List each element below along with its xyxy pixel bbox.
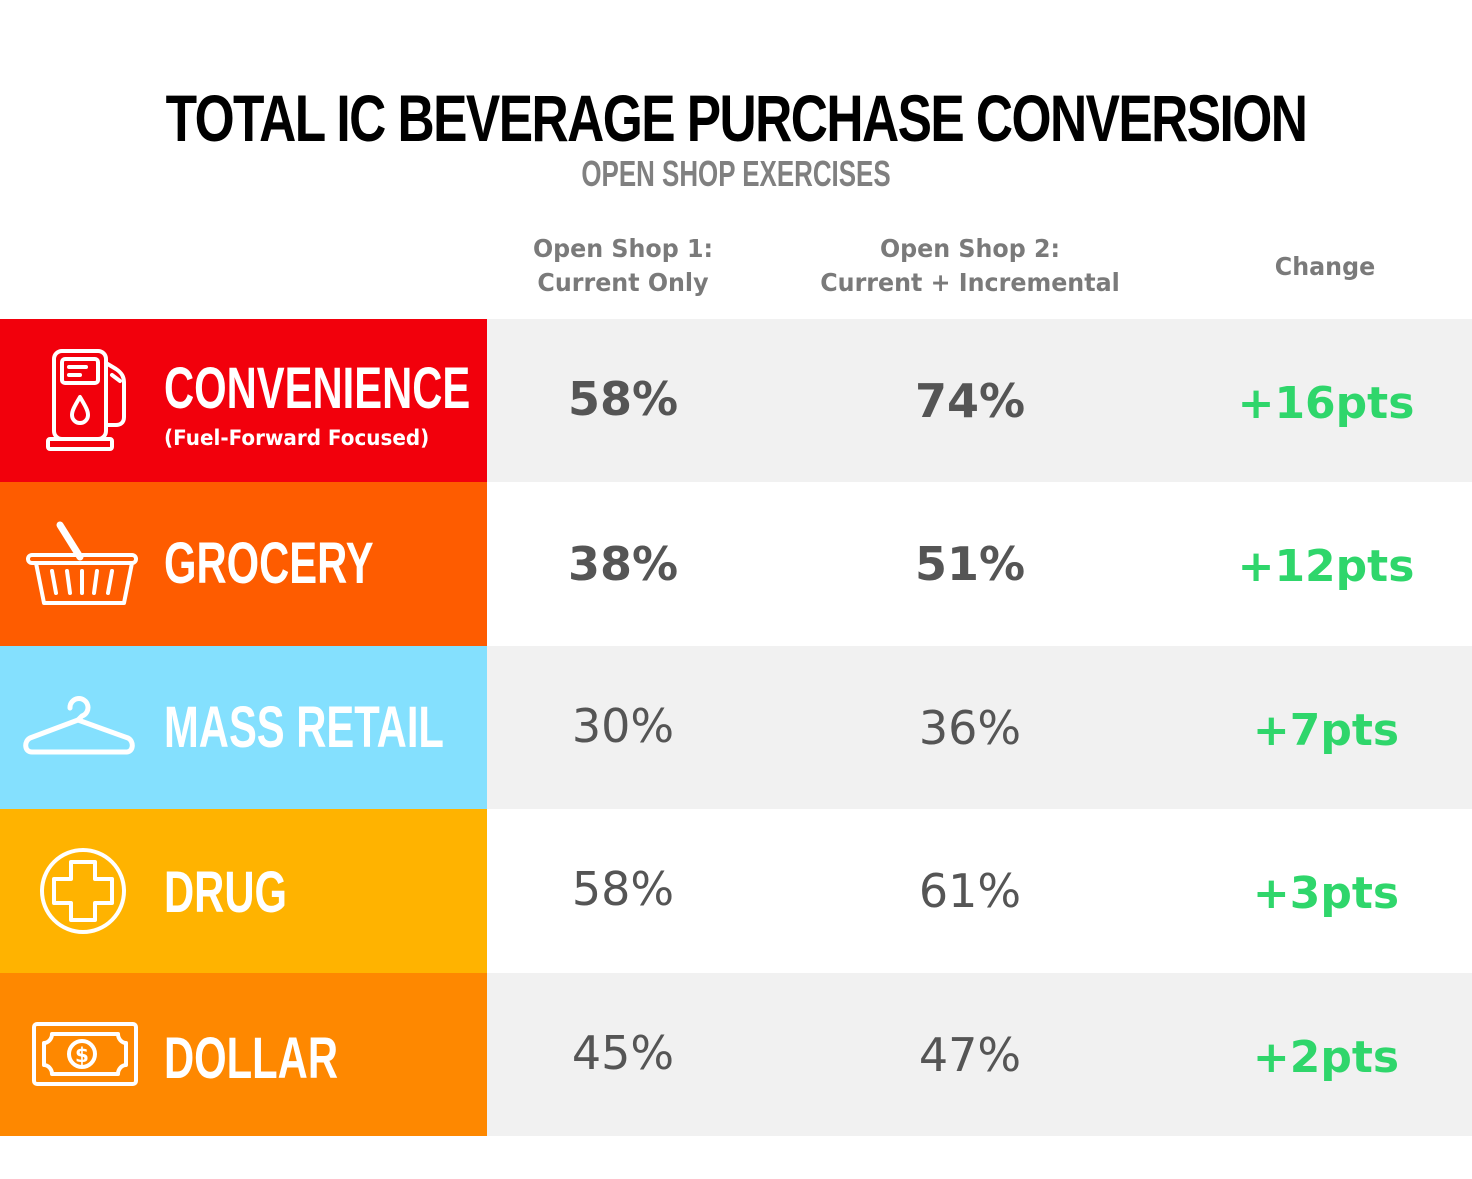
- column-header-open-shop-1: Open Shop 1: Current Only: [494, 232, 752, 300]
- row-values: 58% 74% +16pts: [487, 319, 1472, 483]
- row-label: CONVENIENCE: [164, 356, 471, 421]
- svg-text:$: $: [75, 1043, 89, 1067]
- row-label-cell: MASS RETAIL: [0, 645, 487, 810]
- column-header-line: Open Shop 2:: [879, 234, 1061, 263]
- table-row: CONVENIENCE (Fuel-Forward Focused) 58% 7…: [0, 319, 1472, 483]
- conversion-table: CONVENIENCE (Fuel-Forward Focused) 58% 7…: [0, 319, 1472, 1136]
- dollar-bill-icon: $: [32, 1022, 138, 1087]
- row-label-cell: GROCERY: [0, 482, 487, 646]
- row-label: DOLLAR: [164, 1025, 338, 1091]
- table-row: GROCERY 38% 51% +12pts: [0, 482, 1472, 646]
- table-row: MASS RETAIL 30% 36% +7pts: [0, 645, 1472, 810]
- row-label: MASS RETAIL: [164, 694, 444, 760]
- open-shop-2-value: 47%: [918, 1027, 1022, 1082]
- row-values: 58% 61% +3pts: [487, 809, 1472, 973]
- open-shop-1-value: 58%: [571, 862, 675, 917]
- open-shop-1-value: 30%: [571, 698, 675, 753]
- row-values: 38% 51% +12pts: [487, 482, 1472, 646]
- column-header-change: Change: [1274, 252, 1376, 281]
- table-row: $ DOLLAR 45% 47% +2pts: [0, 972, 1472, 1136]
- change-value: +2pts: [1252, 1031, 1400, 1083]
- row-values: 45% 47% +2pts: [487, 972, 1472, 1136]
- change-value: +12pts: [1237, 541, 1415, 593]
- open-shop-1-value: 58%: [567, 372, 679, 426]
- row-sublabel: (Fuel-Forward Focused): [164, 426, 430, 450]
- fuel-pump-icon: [46, 348, 126, 451]
- hanger-icon: [23, 696, 135, 755]
- column-header-open-shop-2: Open Shop 2: Current + Incremental: [771, 232, 1170, 300]
- row-label-cell: $ DOLLAR: [0, 972, 487, 1136]
- change-value: +16pts: [1237, 378, 1415, 429]
- open-shop-2-value: 74%: [914, 374, 1026, 428]
- column-header-line: Current + Incremental: [820, 268, 1120, 297]
- open-shop-2-value: 51%: [914, 537, 1026, 592]
- table-row: DRUG 58% 61% +3pts: [0, 809, 1472, 973]
- column-header-line: Current Only: [537, 268, 709, 297]
- row-label: DRUG: [164, 860, 287, 926]
- row-values: 30% 36% +7pts: [487, 645, 1472, 810]
- change-value: +3pts: [1252, 868, 1400, 920]
- open-shop-2-value: 36%: [918, 700, 1022, 755]
- row-label-cell: DRUG: [0, 809, 487, 973]
- open-shop-2-value: 61%: [918, 864, 1022, 919]
- open-shop-1-value: 38%: [567, 537, 679, 592]
- medical-cross-icon: [40, 847, 126, 934]
- page-title: TOTAL IC BEVERAGE PURCHASE CONVERSION: [165, 81, 1308, 155]
- basket-icon: [26, 521, 138, 606]
- row-label-cell: CONVENIENCE (Fuel-Forward Focused): [0, 319, 487, 483]
- change-value: +7pts: [1252, 704, 1400, 756]
- row-label: GROCERY: [164, 531, 374, 597]
- column-header-line: Open Shop 1:: [532, 234, 714, 263]
- open-shop-1-value: 45%: [571, 1025, 675, 1080]
- page-subtitle: OPEN SHOP EXERCISES: [581, 153, 891, 194]
